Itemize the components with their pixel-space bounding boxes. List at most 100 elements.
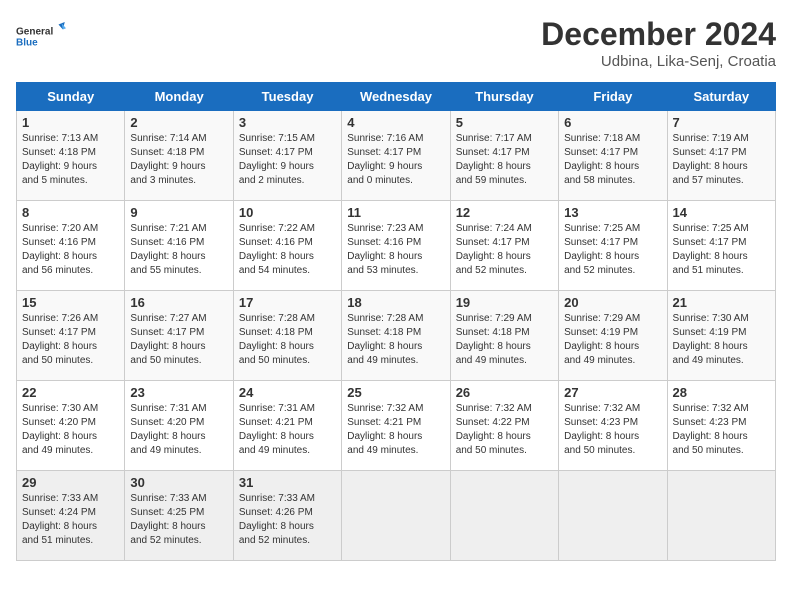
day-info: Sunrise: 7:32 AMSunset: 4:23 PMDaylight:… bbox=[564, 403, 640, 456]
day-number: 28 bbox=[673, 385, 770, 400]
day-number: 25 bbox=[347, 385, 444, 400]
calendar-cell: 28 Sunrise: 7:32 AMSunset: 4:23 PMDayligh… bbox=[667, 381, 775, 471]
calendar-cell: 11 Sunrise: 7:23 AMSunset: 4:16 PMDayligh… bbox=[342, 201, 450, 291]
calendar-cell: 31 Sunrise: 7:33 AMSunset: 4:26 PMDayligh… bbox=[233, 471, 341, 561]
day-number: 17 bbox=[239, 295, 336, 310]
day-number: 26 bbox=[456, 385, 553, 400]
day-number: 29 bbox=[22, 475, 119, 490]
day-info: Sunrise: 7:13 AMSunset: 4:18 PMDaylight:… bbox=[22, 133, 98, 186]
calendar-table: SundayMondayTuesdayWednesdayThursdayFrid… bbox=[16, 82, 776, 561]
day-number: 12 bbox=[456, 205, 553, 220]
day-number: 15 bbox=[22, 295, 119, 310]
subtitle: Udbina, Lika-Senj, Croatia bbox=[541, 53, 776, 70]
svg-text:General: General bbox=[16, 26, 53, 37]
day-number: 27 bbox=[564, 385, 661, 400]
day-number: 30 bbox=[130, 475, 227, 490]
header-wednesday: Wednesday bbox=[342, 83, 450, 111]
day-info: Sunrise: 7:32 AMSunset: 4:23 PMDaylight:… bbox=[673, 403, 749, 456]
day-info: Sunrise: 7:18 AMSunset: 4:17 PMDaylight:… bbox=[564, 133, 640, 186]
header-monday: Monday bbox=[125, 83, 233, 111]
calendar-cell: 29 Sunrise: 7:33 AMSunset: 4:24 PMDayligh… bbox=[17, 471, 125, 561]
day-info: Sunrise: 7:27 AMSunset: 4:17 PMDaylight:… bbox=[130, 313, 206, 366]
day-info: Sunrise: 7:22 AMSunset: 4:16 PMDaylight:… bbox=[239, 223, 315, 276]
day-number: 2 bbox=[130, 115, 227, 130]
calendar-header: SundayMondayTuesdayWednesdayThursdayFrid… bbox=[17, 83, 776, 111]
day-info: Sunrise: 7:31 AMSunset: 4:21 PMDaylight:… bbox=[239, 403, 315, 456]
calendar-cell bbox=[559, 471, 667, 561]
header-friday: Friday bbox=[559, 83, 667, 111]
calendar-cell: 20Sunrise: 7:29 AMSunset: 4:19 PMDayligh… bbox=[559, 291, 667, 381]
day-number: 31 bbox=[239, 475, 336, 490]
logo: General Blue bbox=[16, 16, 66, 56]
calendar-cell bbox=[342, 471, 450, 561]
day-number: 21 bbox=[673, 295, 770, 310]
calendar-cell: 10 Sunrise: 7:22 AMSunset: 4:16 PMDayligh… bbox=[233, 201, 341, 291]
day-info: Sunrise: 7:28 AMSunset: 4:18 PMDaylight:… bbox=[347, 313, 423, 366]
calendar-cell: 25Sunrise: 7:32 AMSunset: 4:21 PMDayligh… bbox=[342, 381, 450, 471]
calendar-cell: 18 Sunrise: 7:28 AMSunset: 4:18 PMDayligh… bbox=[342, 291, 450, 381]
calendar-cell: 12 Sunrise: 7:24 AMSunset: 4:17 PMDayligh… bbox=[450, 201, 558, 291]
calendar-cell: 21Sunrise: 7:30 AMSunset: 4:19 PMDayligh… bbox=[667, 291, 775, 381]
day-number: 10 bbox=[239, 205, 336, 220]
svg-text:Blue: Blue bbox=[16, 38, 38, 49]
day-number: 24 bbox=[239, 385, 336, 400]
day-info: Sunrise: 7:33 AMSunset: 4:26 PMDaylight:… bbox=[239, 493, 315, 546]
calendar-cell: 7 Sunrise: 7:19 AMSunset: 4:17 PMDaylight… bbox=[667, 111, 775, 201]
day-number: 6 bbox=[564, 115, 661, 130]
day-info: Sunrise: 7:15 AMSunset: 4:17 PMDaylight:… bbox=[239, 133, 315, 186]
day-info: Sunrise: 7:23 AMSunset: 4:16 PMDaylight:… bbox=[347, 223, 423, 276]
calendar-cell: 17 Sunrise: 7:28 AMSunset: 4:18 PMDayligh… bbox=[233, 291, 341, 381]
calendar-cell bbox=[667, 471, 775, 561]
header: General Blue December 2024 Udbina, Lika-… bbox=[16, 16, 776, 70]
day-number: 14 bbox=[673, 205, 770, 220]
calendar-cell: 3 Sunrise: 7:15 AMSunset: 4:17 PMDaylight… bbox=[233, 111, 341, 201]
week-row-2: 8Sunrise: 7:20 AMSunset: 4:16 PMDaylight… bbox=[17, 201, 776, 291]
main-title: December 2024 bbox=[541, 16, 776, 53]
day-info: Sunrise: 7:24 AMSunset: 4:17 PMDaylight:… bbox=[456, 223, 532, 276]
header-saturday: Saturday bbox=[667, 83, 775, 111]
day-info: Sunrise: 7:29 AMSunset: 4:19 PMDaylight:… bbox=[564, 313, 640, 366]
header-sunday: Sunday bbox=[17, 83, 125, 111]
calendar-cell: 8Sunrise: 7:20 AMSunset: 4:16 PMDaylight… bbox=[17, 201, 125, 291]
day-info: Sunrise: 7:33 AMSunset: 4:24 PMDaylight:… bbox=[22, 493, 98, 546]
calendar-cell: 5Sunrise: 7:17 AMSunset: 4:17 PMDaylight… bbox=[450, 111, 558, 201]
day-number: 18 bbox=[347, 295, 444, 310]
calendar-cell: 6 Sunrise: 7:18 AMSunset: 4:17 PMDaylight… bbox=[559, 111, 667, 201]
calendar-cell: 24 Sunrise: 7:31 AMSunset: 4:21 PMDayligh… bbox=[233, 381, 341, 471]
day-info: Sunrise: 7:21 AMSunset: 4:16 PMDaylight:… bbox=[130, 223, 206, 276]
day-number: 5 bbox=[456, 115, 553, 130]
calendar-cell: 1Sunrise: 7:13 AMSunset: 4:18 PMDaylight… bbox=[17, 111, 125, 201]
day-number: 3 bbox=[239, 115, 336, 130]
day-info: Sunrise: 7:19 AMSunset: 4:17 PMDaylight:… bbox=[673, 133, 749, 186]
day-number: 9 bbox=[130, 205, 227, 220]
week-row-4: 22 Sunrise: 7:30 AMSunset: 4:20 PMDayligh… bbox=[17, 381, 776, 471]
day-number: 4 bbox=[347, 115, 444, 130]
day-info: Sunrise: 7:28 AMSunset: 4:18 PMDaylight:… bbox=[239, 313, 315, 366]
day-info: Sunrise: 7:16 AMSunset: 4:17 PMDaylight:… bbox=[347, 133, 423, 186]
calendar-cell: 19Sunrise: 7:29 AMSunset: 4:18 PMDayligh… bbox=[450, 291, 558, 381]
calendar-cell: 30Sunrise: 7:33 AMSunset: 4:25 PMDayligh… bbox=[125, 471, 233, 561]
calendar-cell: 27 Sunrise: 7:32 AMSunset: 4:23 PMDayligh… bbox=[559, 381, 667, 471]
week-row-1: 1Sunrise: 7:13 AMSunset: 4:18 PMDaylight… bbox=[17, 111, 776, 201]
header-tuesday: Tuesday bbox=[233, 83, 341, 111]
header-thursday: Thursday bbox=[450, 83, 558, 111]
week-row-5: 29 Sunrise: 7:33 AMSunset: 4:24 PMDayligh… bbox=[17, 471, 776, 561]
calendar-cell: 13Sunrise: 7:25 AMSunset: 4:17 PMDayligh… bbox=[559, 201, 667, 291]
day-info: Sunrise: 7:32 AMSunset: 4:22 PMDaylight:… bbox=[456, 403, 532, 456]
day-number: 7 bbox=[673, 115, 770, 130]
calendar-cell: 15 Sunrise: 7:26 AMSunset: 4:17 PMDayligh… bbox=[17, 291, 125, 381]
day-number: 8 bbox=[22, 205, 119, 220]
day-info: Sunrise: 7:26 AMSunset: 4:17 PMDaylight:… bbox=[22, 313, 98, 366]
logo-svg: General Blue bbox=[16, 16, 66, 56]
day-number: 19 bbox=[456, 295, 553, 310]
calendar-cell: 4 Sunrise: 7:16 AMSunset: 4:17 PMDaylight… bbox=[342, 111, 450, 201]
day-number: 11 bbox=[347, 205, 444, 220]
week-row-3: 15 Sunrise: 7:26 AMSunset: 4:17 PMDayligh… bbox=[17, 291, 776, 381]
calendar-cell: 23Sunrise: 7:31 AMSunset: 4:20 PMDayligh… bbox=[125, 381, 233, 471]
calendar-cell: 9 Sunrise: 7:21 AMSunset: 4:16 PMDaylight… bbox=[125, 201, 233, 291]
calendar-body: 1Sunrise: 7:13 AMSunset: 4:18 PMDaylight… bbox=[17, 111, 776, 561]
title-area: December 2024 Udbina, Lika-Senj, Croatia bbox=[541, 16, 776, 70]
day-info: Sunrise: 7:30 AMSunset: 4:20 PMDaylight:… bbox=[22, 403, 98, 456]
calendar-cell: 16Sunrise: 7:27 AMSunset: 4:17 PMDayligh… bbox=[125, 291, 233, 381]
day-number: 22 bbox=[22, 385, 119, 400]
